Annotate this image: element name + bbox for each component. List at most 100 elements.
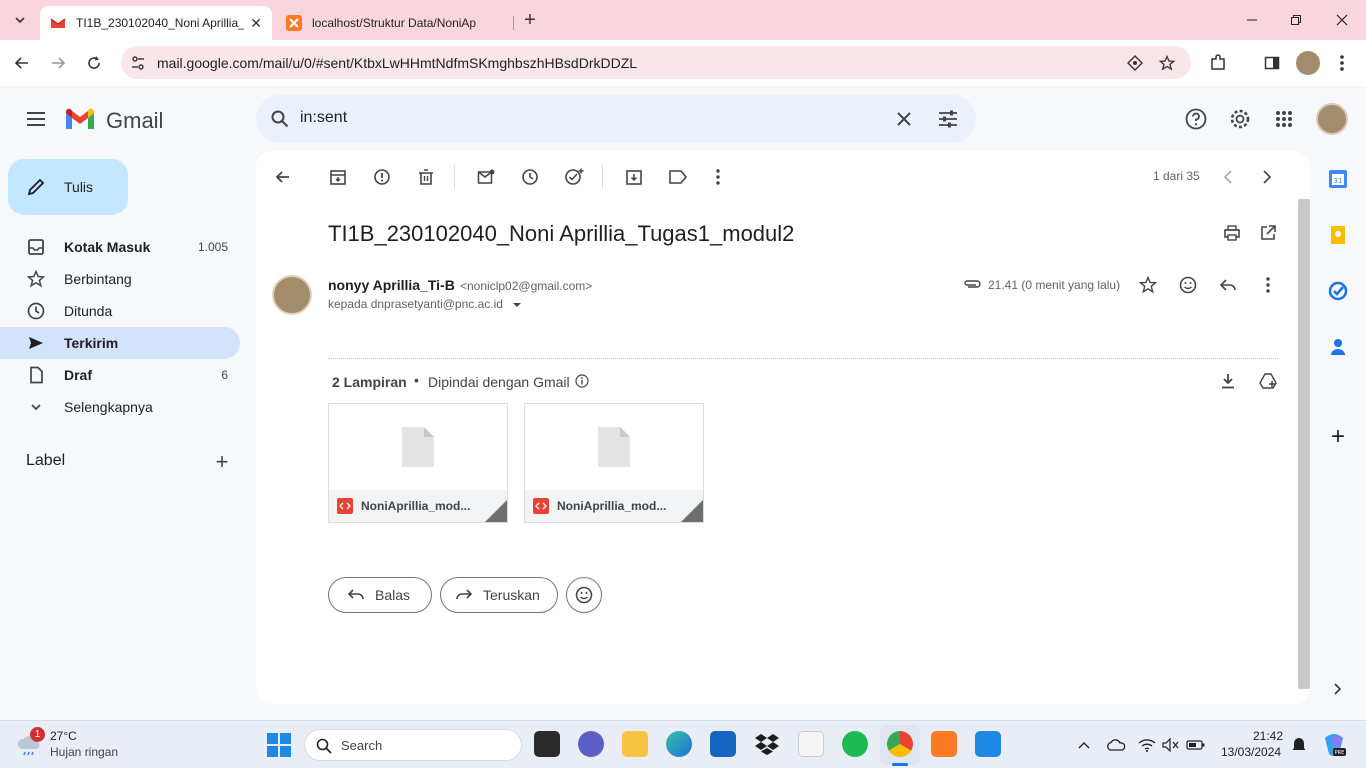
restore-icon[interactable] (1284, 8, 1308, 32)
info-icon[interactable] (574, 373, 590, 389)
tab-close-icon[interactable]: ✕ (250, 15, 262, 32)
spotify-icon[interactable] (842, 731, 868, 757)
compose-button[interactable]: Tulis (8, 159, 128, 215)
add-label-icon[interactable]: + (210, 449, 234, 474)
add-task-icon[interactable] (562, 165, 586, 189)
bookmark-star-icon[interactable] (1157, 53, 1177, 73)
taskbar-search-box[interactable]: Search (304, 729, 522, 761)
print-icon[interactable] (1220, 221, 1244, 245)
onedrive-cloud-icon[interactable] (1106, 736, 1126, 754)
side-panel-icon[interactable] (1260, 51, 1284, 75)
search-options-icon[interactable] (936, 107, 960, 131)
emoji-reaction-icon[interactable] (1176, 273, 1200, 297)
attachment-card[interactable]: NoniAprillia_mod... (524, 403, 704, 523)
help-icon[interactable] (1184, 107, 1208, 131)
reload-icon[interactable] (82, 51, 106, 75)
search-input[interactable]: in:sent (300, 109, 347, 127)
keep-icon[interactable] (1327, 224, 1349, 246)
browser-tab-localhost[interactable]: localhost/Struktur Data/NoniAp (276, 6, 514, 40)
show-hidden-icons-chevron-icon[interactable] (1076, 737, 1092, 753)
open-new-window-icon[interactable] (1256, 221, 1280, 245)
clock-date[interactable]: 13/03/2024 (1221, 745, 1281, 759)
archive-icon[interactable] (326, 165, 350, 189)
sender-name[interactable]: nonyy Aprillia_Ti-B (328, 277, 455, 293)
minimize-icon[interactable] (1240, 8, 1264, 32)
settings-gear-icon[interactable] (1228, 107, 1252, 131)
vscode-icon[interactable] (975, 731, 1001, 757)
contacts-icon[interactable] (1327, 336, 1349, 358)
extensions-icon[interactable] (1206, 51, 1230, 75)
gmail-favicon-icon (50, 15, 66, 31)
install-app-icon[interactable] (1125, 53, 1145, 73)
snooze-clock-icon[interactable] (518, 165, 542, 189)
url-text[interactable]: mail.google.com/mail/u/0/#sent/KtbxLwHHm… (157, 55, 637, 71)
mail-search-bar[interactable]: in:sent (256, 95, 976, 143)
newer-chevron-left-icon[interactable] (1216, 165, 1240, 189)
file-explorer-icon[interactable] (622, 731, 648, 757)
browser-tab-gmail[interactable]: TI1B_230102040_Noni Aprillia_T ✕ (40, 6, 272, 40)
report-spam-icon[interactable] (370, 165, 394, 189)
apps-grid-icon[interactable] (1272, 107, 1296, 131)
save-to-drive-icon[interactable] (1256, 369, 1280, 393)
nav-item-more[interactable]: Selengkapnya (0, 391, 240, 423)
nav-item-drafts[interactable]: Draf 6 (0, 359, 240, 391)
profile-avatar[interactable] (1296, 51, 1320, 75)
delete-icon[interactable] (414, 165, 438, 189)
forward-button[interactable]: Teruskan (440, 577, 558, 613)
get-addons-icon[interactable]: + (1326, 423, 1350, 450)
tasks-icon[interactable] (1327, 280, 1349, 302)
meet-chat-icon[interactable] (578, 731, 604, 757)
search-icon[interactable] (268, 107, 292, 131)
address-bar[interactable]: mail.google.com/mail/u/0/#sent/KtbxLwHHm… (121, 46, 1191, 79)
label-tag-icon[interactable] (666, 165, 690, 189)
calendar-icon[interactable]: 31 (1327, 168, 1349, 190)
volume-muted-icon[interactable] (1162, 736, 1180, 754)
clock-time[interactable]: 21:42 (1253, 729, 1283, 743)
sender-avatar[interactable] (272, 275, 312, 315)
gmail-logo-icon[interactable] (64, 106, 96, 132)
nav-item-inbox[interactable]: Kotak Masuk 1.005 (0, 231, 240, 263)
reply-icon[interactable] (1216, 273, 1240, 297)
clear-search-icon[interactable] (892, 107, 916, 131)
emoji-reply-button[interactable] (566, 577, 602, 613)
edge-icon[interactable] (666, 731, 692, 757)
mark-unread-icon[interactable] (474, 165, 498, 189)
nav-item-starred[interactable]: Berbintang (0, 263, 240, 295)
notification-settings-icon[interactable] (1290, 736, 1308, 754)
back-icon[interactable] (10, 51, 34, 75)
main-menu-icon[interactable] (24, 107, 48, 131)
show-side-panel-chevron-icon[interactable] (1330, 681, 1346, 697)
star-message-icon[interactable] (1136, 273, 1160, 297)
site-info-icon[interactable] (129, 54, 147, 72)
attachment-card[interactable]: NoniAprillia_mod... (328, 403, 508, 523)
copilot-preview-icon[interactable]: PRE (1320, 731, 1348, 759)
browser-toolbar: mail.google.com/mail/u/0/#sent/KtbxLwHHm… (0, 40, 1366, 86)
xampp-icon[interactable] (931, 731, 957, 757)
task-view-icon[interactable] (534, 731, 560, 757)
more-actions-icon[interactable] (706, 165, 730, 189)
microsoft-store-icon[interactable] (710, 731, 736, 757)
dropbox-icon[interactable] (754, 731, 780, 757)
reply-button[interactable]: Balas (328, 577, 432, 613)
nav-item-snoozed[interactable]: Ditunda (0, 295, 240, 327)
recipient-details-chevron-icon[interactable] (510, 298, 524, 312)
new-tab-icon[interactable]: + (518, 8, 542, 32)
scrollbar[interactable] (1298, 199, 1310, 689)
browser-menu-icon[interactable] (1330, 51, 1354, 75)
code-file-icon (337, 498, 353, 514)
chrome-icon[interactable] (887, 731, 913, 757)
move-to-icon[interactable] (622, 165, 646, 189)
nav-item-sent[interactable]: Terkirim (0, 327, 240, 359)
battery-icon[interactable] (1186, 736, 1206, 754)
download-all-icon[interactable] (1216, 369, 1240, 393)
account-avatar[interactable] (1316, 103, 1348, 135)
older-chevron-right-icon[interactable] (1255, 165, 1279, 189)
message-more-icon[interactable] (1256, 273, 1280, 297)
amazon-icon[interactable] (798, 731, 824, 757)
windows-start-icon[interactable] (266, 732, 292, 758)
close-window-icon[interactable] (1330, 8, 1354, 32)
forward-icon[interactable] (46, 51, 70, 75)
back-to-list-icon[interactable] (270, 165, 294, 189)
tab-search-chevron-icon[interactable] (8, 8, 32, 32)
wifi-icon[interactable] (1138, 736, 1156, 754)
